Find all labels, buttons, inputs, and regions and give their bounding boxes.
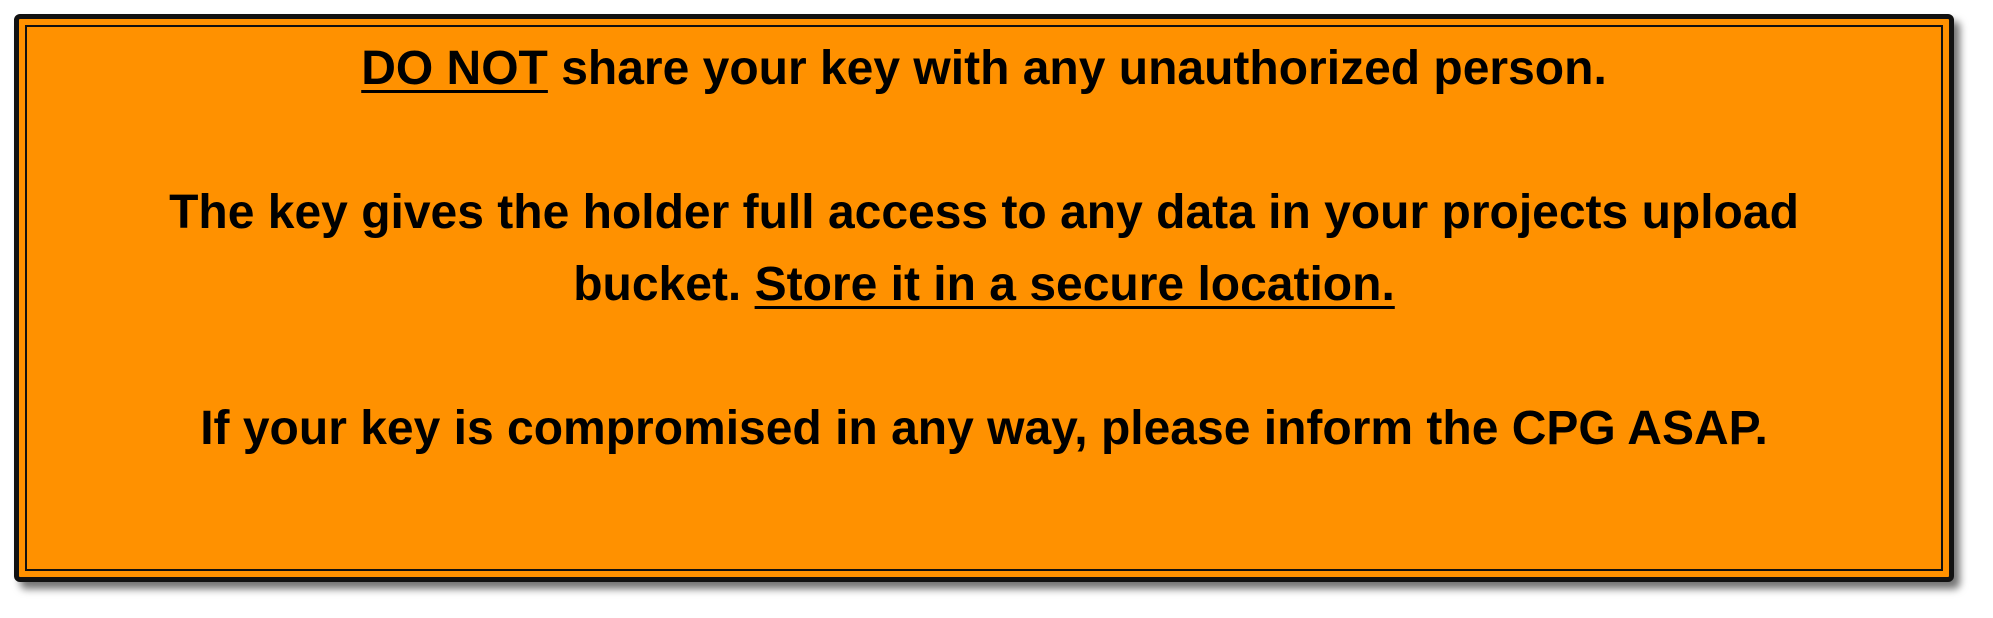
do-not-emphasis: DO NOT: [361, 42, 548, 95]
security-warning-box: DO NOT share your key with any unauthori…: [14, 14, 1954, 582]
warning-paragraph-share: DO NOT share your key with any unauthori…: [19, 33, 1949, 105]
warning-text: DO NOT share your key with any unauthori…: [19, 33, 1949, 465]
compromised-warning-text: If your key is compromised in any way, p…: [200, 402, 1768, 455]
share-warning-text: share your key with any unauthorized per…: [547, 42, 1607, 95]
warning-paragraph-compromised: If your key is compromised in any way, p…: [19, 393, 1949, 465]
store-securely-emphasis: Store it in a secure location.: [754, 258, 1395, 311]
warning-paragraph-access: The key gives the holder full access to …: [19, 177, 1949, 321]
